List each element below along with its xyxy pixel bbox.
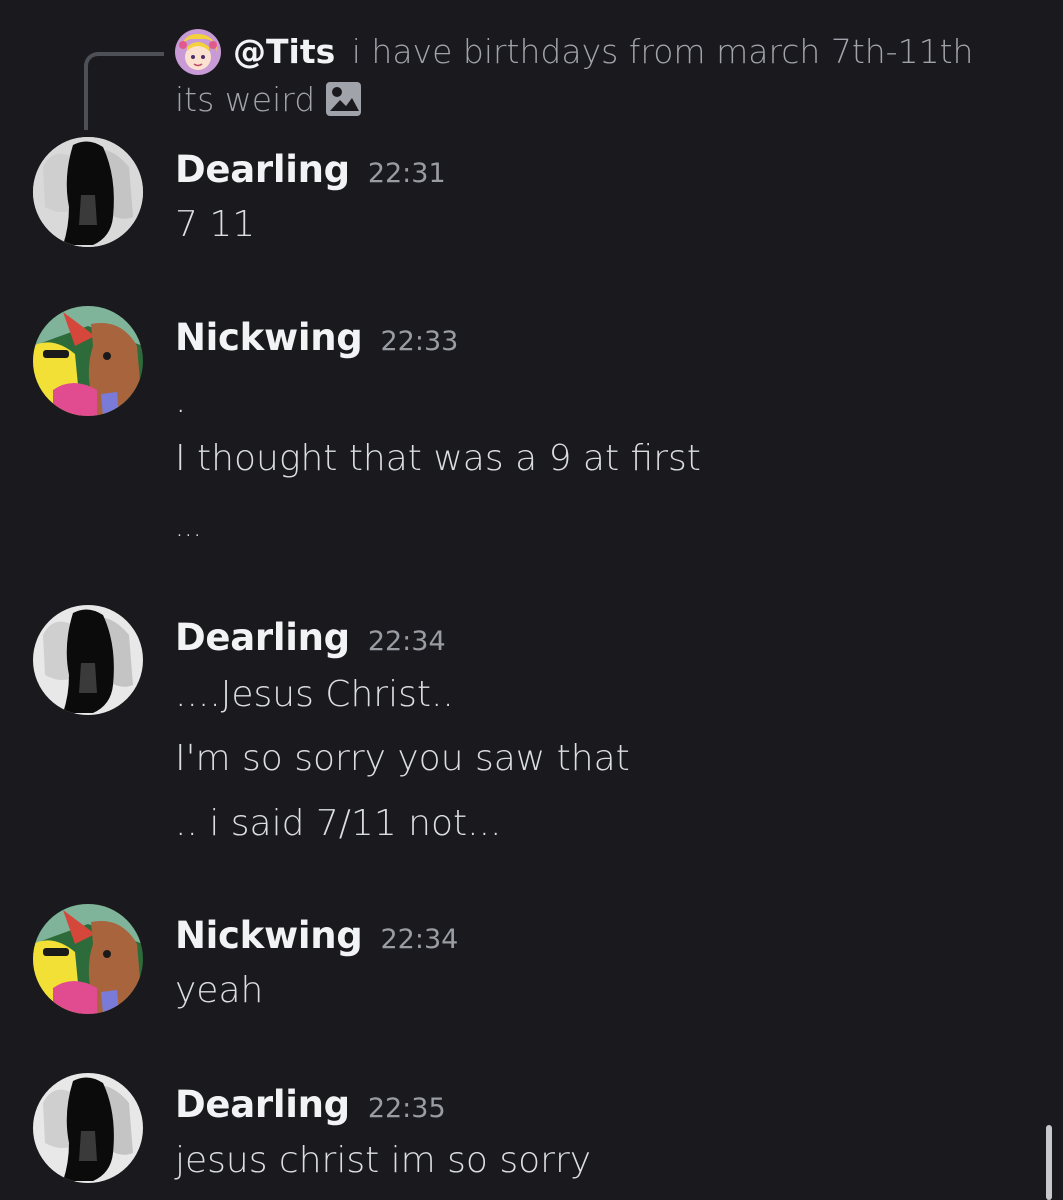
message-text: I thought that was a 9 at first — [175, 438, 701, 479]
message-username[interactable]: Dearling — [175, 1083, 350, 1126]
message-text: jesus christ im so sorry — [175, 1140, 592, 1181]
message-text: ... — [175, 510, 202, 543]
reply-connector-line — [84, 52, 164, 130]
avatar[interactable] — [33, 137, 143, 247]
message-username[interactable]: Nickwing — [175, 914, 363, 957]
reply-username[interactable]: @Tits — [233, 32, 335, 71]
image-icon — [325, 80, 363, 118]
message-timestamp: 22:33 — [380, 326, 459, 357]
chat-messages: @Tits i have birthdays from march 7th-11… — [0, 0, 1063, 1200]
message-text: . — [175, 380, 187, 421]
message-username[interactable]: Dearling — [175, 616, 350, 659]
reply-preview[interactable]: @Tits i have birthdays from march 7th-11… — [175, 28, 1015, 124]
message-text: yeah — [175, 970, 264, 1011]
message-timestamp: 22:31 — [367, 158, 446, 189]
message-text: ....Jesus Christ.. — [175, 674, 454, 715]
avatar[interactable] — [33, 904, 143, 1014]
message-timestamp: 22:34 — [367, 626, 446, 657]
message-text: .. i said 7/11 not... — [175, 803, 502, 844]
message-timestamp: 22:35 — [367, 1093, 446, 1124]
avatar[interactable] — [33, 306, 143, 416]
avatar[interactable] — [33, 605, 143, 715]
reply-avatar[interactable] — [175, 29, 221, 75]
message-username[interactable]: Nickwing — [175, 316, 363, 359]
message-text: 7 11 — [175, 204, 256, 245]
message-username[interactable]: Dearling — [175, 148, 350, 191]
avatar[interactable] — [33, 1073, 143, 1183]
scrollbar[interactable] — [1046, 1125, 1052, 1200]
message-timestamp: 22:34 — [380, 924, 459, 955]
message-text: I'm so sorry you saw that — [175, 738, 630, 779]
